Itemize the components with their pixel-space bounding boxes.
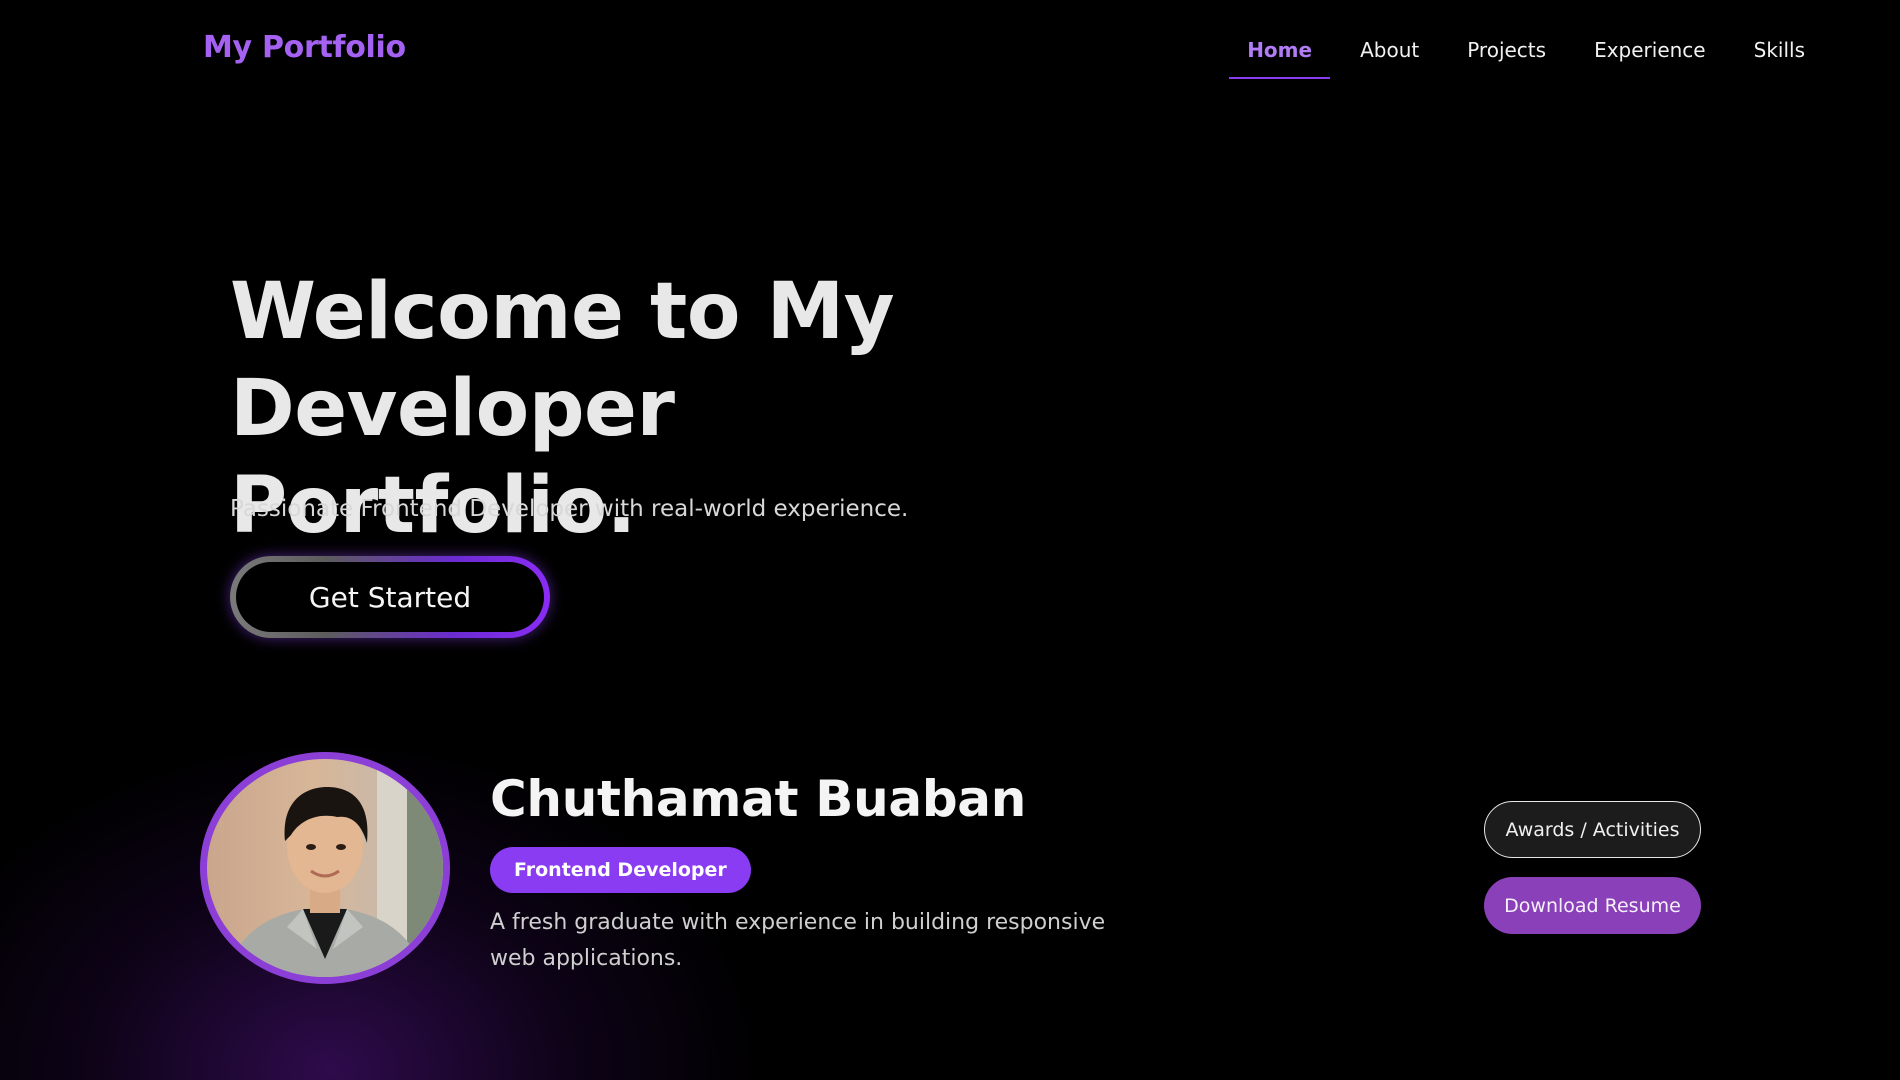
portfolio-page: My Portfolio Home About Projects Experie… <box>0 0 1900 1080</box>
get-started-button[interactable]: Get Started <box>236 562 544 632</box>
nav-links: Home About Projects Experience Skills <box>1217 34 1823 79</box>
top-navbar: My Portfolio Home About Projects Experie… <box>0 0 1900 104</box>
awards-activities-button[interactable]: Awards / Activities <box>1484 801 1701 858</box>
profile-bio: A fresh graduate with experience in buil… <box>490 910 1106 971</box>
hero-subtitle: Passionate Frontend Developer with real-… <box>230 496 909 522</box>
avatar <box>200 752 450 984</box>
nav-link-projects[interactable]: Projects <box>1449 34 1564 79</box>
download-resume-button[interactable]: Download Resume <box>1484 877 1701 934</box>
nav-link-home[interactable]: Home <box>1229 34 1330 79</box>
hero-title-line1: Welcome to My Developer <box>230 267 895 454</box>
profile-name: Chuthamat Buaban <box>490 770 1027 828</box>
get-started-button-frame[interactable]: Get Started <box>230 556 550 638</box>
profile-photo-icon <box>225 759 443 977</box>
role-badge: Frontend Developer <box>490 847 751 893</box>
nav-link-about[interactable]: About <box>1342 34 1437 79</box>
nav-link-skills[interactable]: Skills <box>1736 34 1823 79</box>
brand-logo[interactable]: My Portfolio <box>203 30 406 65</box>
nav-link-experience[interactable]: Experience <box>1576 34 1724 79</box>
